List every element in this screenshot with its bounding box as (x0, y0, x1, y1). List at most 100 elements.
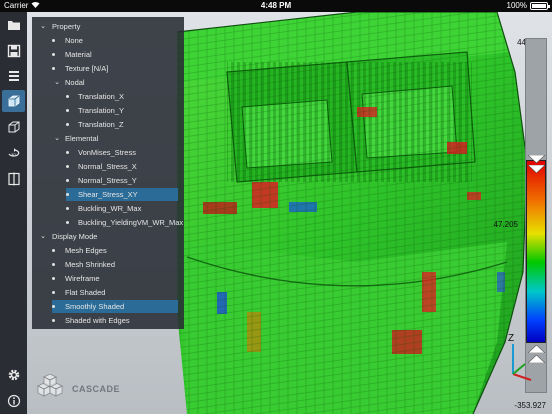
cubes-logo-icon (37, 374, 63, 397)
tree-group-elemental[interactable]: ⌄ Elemental (52, 132, 178, 145)
bullet-icon (52, 39, 55, 42)
folder-icon (7, 21, 20, 30)
axis-triad: Z (505, 330, 535, 384)
bullet-icon (66, 221, 69, 224)
tree-item-label: Flat Shaded (65, 288, 106, 297)
tree-group-nodal[interactable]: ⌄ Nodal (52, 76, 178, 89)
layers-button[interactable] (2, 65, 25, 87)
tree-item-label: Shaded with Edges (65, 316, 130, 325)
tree-item-label: Translation_X (78, 92, 124, 101)
tree-item-translation-y[interactable]: Translation_Y (66, 104, 178, 117)
battery-fill (532, 3, 546, 8)
open-file-button[interactable] (2, 14, 25, 36)
bullet-icon (66, 179, 69, 182)
scale-max-handle[interactable] (527, 150, 546, 164)
settings-gear-icon (8, 369, 19, 381)
left-toolbar: 3D (0, 12, 27, 414)
opencascade-logo: CASCADE (34, 371, 144, 407)
save-button[interactable] (2, 40, 25, 62)
tree-item-normal-stress-x[interactable]: Normal_Stress_X (66, 160, 178, 173)
z-axis-label: Z (508, 333, 514, 344)
wireframe-button[interactable] (2, 116, 25, 138)
tree-item-label: Shear_Stress_XY (78, 190, 138, 199)
tree-item-mesh-edges[interactable]: Mesh Edges (52, 244, 178, 257)
property-tree-panel: ⌄ Property None Material Texture [N/A] ⌄… (32, 17, 184, 329)
tree-item-vonmises-stress[interactable]: VonMises_Stress (66, 146, 178, 159)
tree-item-label: Mesh Edges (65, 246, 107, 255)
bullet-icon (66, 123, 69, 126)
tree-item-mesh-shrinked[interactable]: Mesh Shrinked (52, 258, 178, 271)
info-icon (7, 394, 20, 408)
split-view-icon (7, 172, 20, 186)
tree-item-material[interactable]: Material (52, 48, 178, 61)
tree-item-smoothly-shaded[interactable]: Smoothly Shaded (52, 300, 178, 313)
chevron-down-icon: ⌄ (54, 135, 60, 142)
bullet-icon (52, 53, 55, 56)
tree-group-label: Nodal (65, 78, 85, 87)
svg-text:3D: 3D (11, 152, 16, 157)
tree-item-shear-stress-xy[interactable]: Shear_Stress_XY (66, 188, 178, 201)
tree-item-label: Texture [N/A] (65, 64, 109, 73)
scale-min-label: -353.927 (514, 401, 546, 410)
clock: 4:48 PM (260, 1, 292, 10)
rotate-3d-button[interactable]: 3D (2, 142, 25, 164)
bullet-icon (66, 109, 69, 112)
tree-item-label: Mesh Shrinked (65, 260, 116, 269)
bullet-icon (66, 207, 69, 210)
tree-group-label: Elemental (65, 134, 99, 143)
bullet-icon (66, 95, 69, 98)
scale-mid-label: 47.205 (493, 220, 518, 229)
tree-item-translation-x[interactable]: Translation_X (66, 90, 178, 103)
bullet-icon (52, 249, 55, 252)
shaded-view-button[interactable] (2, 90, 25, 112)
tree-item-label: VonMises_Stress (78, 148, 136, 157)
settings-button[interactable] (2, 364, 25, 386)
axis-triad-icon: Z (508, 333, 532, 381)
battery-percent: 100% (506, 1, 527, 10)
bullet-icon (52, 277, 55, 280)
tree-item-label: Buckling_YieldingVM_WR_Max (78, 218, 184, 227)
wireframe-cube-icon (8, 121, 19, 133)
battery-group: 100% (506, 1, 550, 10)
tree-item-shaded-with-edges[interactable]: Shaded with Edges (52, 314, 178, 327)
tree-item-label: Normal_Stress_Y (78, 176, 137, 185)
tree-item-label: Translation_Y (78, 106, 124, 115)
layers-icon (8, 71, 19, 81)
tree-item-translation-z[interactable]: Translation_Z (66, 118, 178, 131)
tree-item-buckling-wr-max[interactable]: Buckling_WR_Max (66, 202, 178, 215)
bullet-icon (66, 165, 69, 168)
tree-group-label: Display Mode (52, 232, 98, 241)
tree-item-texture[interactable]: Texture [N/A] (52, 62, 178, 75)
tree-item-buckling-yieldingvm-wr-max[interactable]: Buckling_YieldingVM_WR_Max (66, 216, 183, 229)
info-button[interactable] (2, 390, 25, 412)
bullet-icon (52, 319, 55, 322)
status-bar: Carrier 4:48 PM 100% (0, 0, 552, 12)
bullet-icon (66, 151, 69, 154)
tree-item-normal-stress-y[interactable]: Normal_Stress_Y (66, 174, 178, 187)
bullet-icon (52, 263, 55, 266)
bullet-icon (52, 291, 55, 294)
tree-item-label: Wireframe (65, 274, 100, 283)
bullet-icon (52, 67, 55, 70)
scale-max-handle-base[interactable] (527, 160, 546, 174)
split-view-button[interactable] (2, 168, 25, 190)
tree-group-display-mode[interactable]: ⌄ Display Mode (38, 230, 178, 243)
tree-item-wireframe[interactable]: Wireframe (52, 272, 178, 285)
tree-item-none[interactable]: None (52, 34, 178, 47)
tree-item-label: Translation_Z (78, 120, 124, 129)
tree-item-label: None (65, 36, 83, 45)
tree-item-label: Smoothly Shaded (65, 302, 125, 311)
tree-item-label: Normal_Stress_X (78, 162, 137, 171)
chevron-down-icon: ⌄ (40, 233, 46, 240)
battery-icon (530, 1, 550, 10)
shaded-view-icon (8, 95, 19, 107)
tree-group-label: Property (52, 22, 81, 31)
tree-group-property[interactable]: ⌄ Property (38, 20, 178, 33)
rotate-3d-icon: 3D (7, 148, 19, 157)
tree-item-flat-shaded[interactable]: Flat Shaded (52, 286, 178, 299)
save-icon (7, 44, 20, 58)
bullet-icon (66, 193, 69, 196)
color-scale-bar (526, 160, 546, 343)
tree-item-label: Buckling_WR_Max (78, 204, 142, 213)
triangle-down-icon (527, 164, 546, 174)
